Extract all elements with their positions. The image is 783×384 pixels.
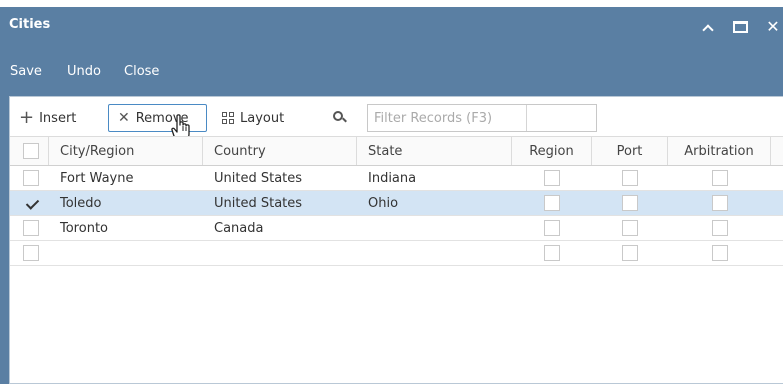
row-select-cell bbox=[10, 191, 49, 215]
row-checkbox[interactable] bbox=[23, 220, 39, 236]
filter-records-input[interactable] bbox=[367, 104, 597, 132]
port-checkbox[interactable] bbox=[622, 220, 638, 236]
country-cell[interactable]: United States bbox=[203, 191, 357, 215]
arbitration-cell bbox=[668, 191, 771, 215]
arbitration-checkbox[interactable] bbox=[711, 170, 728, 186]
port-checkbox[interactable] bbox=[622, 170, 638, 186]
port-cell bbox=[592, 166, 668, 190]
column-header-state[interactable]: State bbox=[357, 137, 512, 165]
select-all-cell bbox=[10, 137, 49, 165]
row-checkbox[interactable] bbox=[23, 170, 39, 186]
grid-icon bbox=[222, 112, 234, 124]
select-all-checkbox[interactable] bbox=[23, 143, 39, 159]
arbitration-cell bbox=[668, 241, 771, 265]
city-cell[interactable] bbox=[49, 241, 203, 265]
close-button[interactable]: Close bbox=[124, 64, 159, 79]
grid-panel: + Insert ✕ Remove Layout C bbox=[9, 96, 783, 384]
region-cell bbox=[512, 166, 592, 190]
port-cell bbox=[592, 191, 668, 215]
row-select-cell bbox=[10, 166, 49, 190]
close-icon: ✕ bbox=[766, 17, 780, 36]
search-icon bbox=[333, 111, 347, 125]
city-cell[interactable]: Toledo bbox=[49, 191, 203, 215]
insert-label: Insert bbox=[39, 110, 77, 126]
plus-icon: + bbox=[19, 107, 35, 128]
chevron-up-icon bbox=[702, 24, 714, 36]
city-cell[interactable]: Toronto bbox=[49, 216, 203, 240]
region-cell bbox=[512, 191, 592, 215]
country-cell[interactable]: United States bbox=[203, 166, 357, 190]
port-cell bbox=[592, 216, 668, 240]
undo-button[interactable]: Undo bbox=[67, 64, 101, 79]
column-header-country[interactable]: Country bbox=[203, 137, 357, 165]
minimize-button[interactable] bbox=[698, 17, 718, 37]
region-checkbox[interactable] bbox=[544, 245, 560, 261]
maximize-button[interactable] bbox=[730, 17, 750, 37]
maximize-icon bbox=[732, 21, 748, 33]
port-checkbox[interactable] bbox=[622, 195, 638, 211]
menu-bar: Save Undo Close bbox=[0, 56, 783, 86]
filter-separator bbox=[526, 105, 527, 131]
row-checkbox[interactable] bbox=[23, 195, 39, 211]
row-checkbox[interactable] bbox=[23, 245, 39, 261]
close-window-button[interactable]: ✕ bbox=[763, 17, 783, 37]
country-cell[interactable]: Canada bbox=[203, 216, 357, 240]
region-checkbox[interactable] bbox=[544, 170, 560, 186]
column-header-city-region[interactable]: City/Region bbox=[49, 137, 203, 165]
state-cell[interactable]: Ohio bbox=[357, 191, 512, 215]
layout-label: Layout bbox=[240, 110, 285, 126]
arbitration-cell bbox=[668, 166, 771, 190]
arbitration-cell bbox=[668, 216, 771, 240]
column-header-region[interactable]: Region bbox=[512, 137, 592, 165]
region-cell bbox=[512, 216, 592, 240]
arbitration-checkbox[interactable] bbox=[711, 195, 728, 211]
region-checkbox[interactable] bbox=[544, 195, 560, 211]
title-bar: Cities ✕ bbox=[0, 7, 783, 46]
arbitration-checkbox[interactable] bbox=[711, 220, 728, 236]
port-checkbox[interactable] bbox=[622, 245, 638, 261]
table-row[interactable] bbox=[10, 241, 783, 266]
window-title: Cities bbox=[9, 17, 51, 32]
table-row[interactable]: Toledo United States Ohio bbox=[10, 191, 783, 216]
state-cell[interactable] bbox=[357, 216, 512, 240]
save-button[interactable]: Save bbox=[10, 64, 42, 79]
insert-button[interactable]: + Insert bbox=[19, 104, 76, 132]
grid-header-row: City/Region Country State Region Port Ar… bbox=[10, 136, 783, 166]
arbitration-checkbox[interactable] bbox=[711, 245, 728, 261]
top-strip bbox=[0, 0, 783, 7]
x-icon: ✕ bbox=[118, 110, 130, 126]
row-select-cell bbox=[10, 241, 49, 265]
state-cell[interactable] bbox=[357, 241, 512, 265]
table-row[interactable]: Toronto Canada bbox=[10, 216, 783, 241]
layout-button[interactable]: Layout bbox=[222, 104, 284, 132]
row-select-cell bbox=[10, 216, 49, 240]
region-checkbox[interactable] bbox=[544, 220, 560, 236]
column-header-port[interactable]: Port bbox=[592, 137, 668, 165]
column-header-arbitration[interactable]: Arbitration bbox=[668, 137, 771, 165]
port-cell bbox=[592, 241, 668, 265]
region-cell bbox=[512, 241, 592, 265]
cities-window: Cities ✕ Save Undo Close + Insert ✕ Remo… bbox=[0, 7, 783, 384]
state-cell[interactable]: Indiana bbox=[357, 166, 512, 190]
city-cell[interactable]: Fort Wayne bbox=[49, 166, 203, 190]
table-row[interactable]: Fort Wayne United States Indiana bbox=[10, 166, 783, 191]
country-cell[interactable] bbox=[203, 241, 357, 265]
grid-toolbar: + Insert ✕ Remove Layout bbox=[10, 97, 783, 142]
